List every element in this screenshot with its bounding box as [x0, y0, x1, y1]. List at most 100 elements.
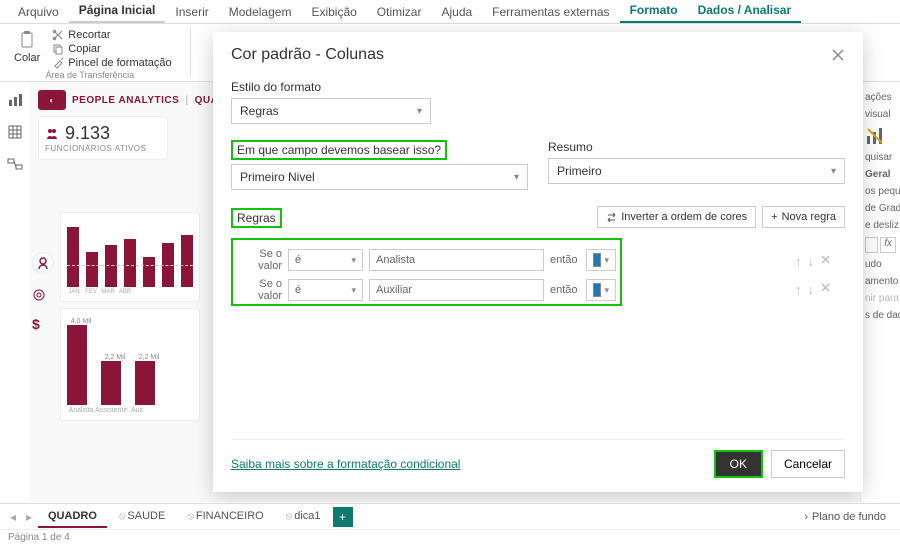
- kpi-label: FUNCIONÁRIOS ATIVOS: [45, 144, 161, 153]
- menu-pagina-inicial[interactable]: Página Inicial: [69, 0, 166, 23]
- page-tab-dica1[interactable]: ⦸dica1: [276, 506, 331, 528]
- format-pane-icon[interactable]: [865, 126, 896, 146]
- kpi-value: 9.133: [65, 123, 110, 144]
- rule-value-input-0[interactable]: Analista: [369, 249, 544, 271]
- bar-chart-1-labels: JAN FEV MAR ABR: [67, 289, 193, 295]
- plano-de-fundo-row[interactable]: › Plano de fundo: [796, 511, 894, 523]
- rule-operator-select-0[interactable]: é ▾: [288, 249, 363, 271]
- clipboard-group: Colar Recortar Copiar: [8, 28, 172, 80]
- move-down-icon[interactable]: ↓: [808, 254, 815, 269]
- view-switcher: [0, 82, 30, 502]
- menu-ferramentas-externas[interactable]: Ferramentas externas: [482, 1, 619, 23]
- move-up-icon[interactable]: ↑: [795, 282, 802, 297]
- bar2-val-1: 2,2 Mil: [101, 354, 129, 361]
- base-field-select[interactable]: Primeiro Nivel ▾: [231, 164, 528, 190]
- color-swatch: [593, 253, 601, 267]
- pane-grad-label: de Grad: [865, 203, 896, 214]
- rules-section-label: Regras: [231, 208, 282, 228]
- color-swatch[interactable]: [865, 237, 878, 253]
- rule-operator-select-1[interactable]: é ▾: [288, 279, 363, 301]
- invert-colors-label: Inverter a ordem de cores: [621, 211, 747, 223]
- add-page-button[interactable]: +: [333, 507, 353, 527]
- format-painter-button[interactable]: Pincel de formatação: [52, 56, 171, 70]
- pane-dados-label: s de dad: [865, 310, 896, 321]
- brand-logo: ◐: [38, 90, 66, 110]
- color-swatch: [593, 283, 601, 297]
- menu-inserir[interactable]: Inserir: [165, 1, 218, 23]
- menubar: Arquivo Página Inicial Inserir Modelagem…: [0, 0, 900, 24]
- rule-color-select-1[interactable]: ▾: [586, 279, 616, 301]
- move-down-icon[interactable]: ↓: [808, 282, 815, 297]
- bar2-cat-0: Analista: [67, 407, 95, 414]
- tab-prev-button[interactable]: ◂: [6, 510, 20, 524]
- target-icon[interactable]: [32, 288, 54, 302]
- format-style-label: Estilo do formato: [231, 80, 321, 94]
- menu-otimizar[interactable]: Otimizar: [367, 1, 432, 23]
- chart-card-2[interactable]: 4,0 Mil 2,2 Mil 2,2 Mil Analista Assiste…: [60, 308, 200, 421]
- rules-highlight-box: Se o valor é ▾ Analista então ▾ Se o val…: [231, 238, 622, 306]
- menu-ajuda[interactable]: Ajuda: [431, 1, 482, 23]
- cancel-button[interactable]: Cancelar: [771, 450, 845, 478]
- bar-chart-1: [67, 227, 193, 287]
- move-up-icon[interactable]: ↑: [795, 254, 802, 269]
- close-button[interactable]: [831, 48, 845, 62]
- menu-formato[interactable]: Formato: [620, 0, 688, 23]
- menu-exibicao[interactable]: Exibição: [301, 1, 366, 23]
- learn-more-link[interactable]: Saiba mais sobre a formatação condiciona…: [231, 457, 460, 471]
- bar2-val-2: 2,2 Mil: [135, 354, 163, 361]
- page-tab-quadro[interactable]: QUADRO: [38, 506, 107, 528]
- report-side-tabs: $: [32, 252, 54, 332]
- new-rule-label: Nova regra: [782, 211, 836, 223]
- status-bar: Página 1 de 4: [0, 529, 900, 547]
- menu-modelagem[interactable]: Modelagem: [219, 1, 302, 23]
- tab-next-button[interactable]: ▸: [22, 510, 36, 524]
- page-tab-financeiro[interactable]: ⦸FINANCEIRO: [177, 506, 273, 528]
- copy-label: Copiar: [68, 43, 100, 55]
- format-style-select[interactable]: Regras ▾: [231, 98, 431, 124]
- model-view-icon[interactable]: [7, 156, 23, 172]
- table-view-icon[interactable]: [7, 124, 23, 140]
- invert-colors-button[interactable]: Inverter a ordem de cores: [597, 206, 756, 228]
- brush-icon: [52, 57, 64, 69]
- rule-row-0: Se o valor é ▾ Analista então ▾: [237, 248, 616, 272]
- page-tab-saude[interactable]: ⦸SAUDE: [109, 506, 175, 528]
- bar2-cat-1: Assistente: [95, 407, 123, 414]
- dollar-icon[interactable]: $: [32, 316, 54, 332]
- menu-arquivo[interactable]: Arquivo: [8, 1, 69, 23]
- pane-visual-label: visual: [865, 109, 896, 120]
- menu-dados-analisar[interactable]: Dados / Analisar: [688, 0, 802, 23]
- pane-slider-label: e desliz: [865, 220, 896, 231]
- ok-button[interactable]: OK: [714, 450, 763, 478]
- rule-value-input-1[interactable]: Auxiliar: [369, 279, 544, 301]
- delete-rule-icon[interactable]: [820, 282, 831, 297]
- report-view-icon[interactable]: [7, 92, 23, 108]
- new-rule-button[interactable]: + Nova regra: [762, 206, 845, 228]
- chevron-down-icon: ▾: [604, 255, 609, 266]
- pane-fontsize-label: os peque: [865, 186, 896, 197]
- filter-people-icon[interactable]: [32, 252, 54, 274]
- summary-select[interactable]: Primeiro ▾: [548, 158, 845, 184]
- cut-button[interactable]: Recortar: [52, 28, 171, 42]
- delete-rule-icon[interactable]: [820, 254, 831, 269]
- paste-label: Colar: [14, 52, 40, 64]
- clipboard-icon: [17, 30, 37, 50]
- rule-actions-1: ↑ ↓: [795, 282, 845, 297]
- fx-button[interactable]: fx: [880, 237, 896, 253]
- rule-value-text: Auxiliar: [376, 284, 412, 296]
- paste-button[interactable]: Colar: [8, 28, 46, 70]
- page-tabs: ◂ ▸ QUADRO ⦸SAUDE ⦸FINANCEIRO ⦸dica1 + ›…: [0, 503, 900, 529]
- format-style-value: Regras: [240, 104, 279, 118]
- hidden-icon: ⦸: [286, 511, 293, 522]
- rule-color-select-0[interactable]: ▾: [586, 249, 616, 271]
- clipboard-group-label: Área de Transferência: [46, 70, 135, 80]
- page-indicator: Página 1 de 4: [8, 532, 70, 543]
- format-pane[interactable]: ações visual quisar Geral os peque de Gr…: [860, 82, 900, 502]
- rule-if-label: Se o valor: [237, 278, 282, 302]
- format-painter-label: Pincel de formatação: [68, 57, 171, 69]
- base-field-value: Primeiro Nivel: [240, 170, 315, 184]
- conditional-formatting-dialog: Cor padrão - Colunas Estilo do formato R…: [213, 32, 863, 492]
- copy-button[interactable]: Copiar: [52, 42, 171, 56]
- pane-udo-label: udo: [865, 259, 896, 270]
- kpi-card[interactable]: 9.133 FUNCIONÁRIOS ATIVOS: [38, 116, 168, 160]
- chart-card-1[interactable]: JAN FEV MAR ABR: [60, 212, 200, 302]
